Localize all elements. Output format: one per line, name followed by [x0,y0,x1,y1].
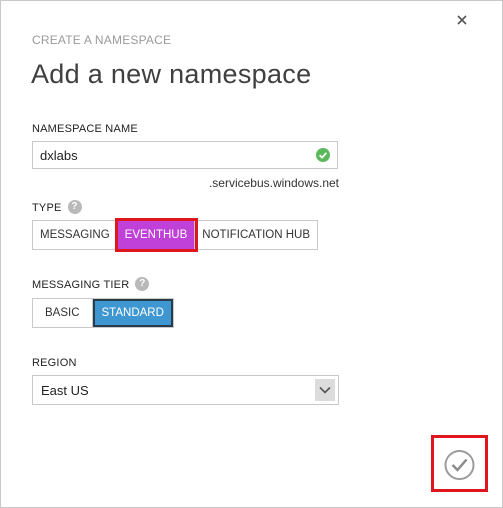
chevron-down-icon [319,386,331,394]
region-selected-value: East US [41,383,89,398]
namespace-name-label: NAMESPACE NAME [32,123,138,135]
checkmark-icon [444,450,475,480]
tier-option-basic[interactable]: BASIC [33,299,93,327]
tier-label: MESSAGING TIER [32,278,130,291]
tier-option-standard[interactable]: STANDARD [92,299,173,327]
type-label: TYPE [32,201,62,214]
dropdown-arrow[interactable] [315,379,335,401]
region-label: REGION [32,357,77,369]
breadcrumb: CREATE A NAMESPACE [32,33,172,47]
type-segmented-control: MESSAGING EVENTHUB NOTIFICATION HUB [32,218,319,252]
type-option-messaging[interactable]: MESSAGING [33,221,118,249]
type-option-notification-hub[interactable]: NOTIFICATION HUB [195,221,318,249]
tier-segmented-control: BASIC STANDARD [32,298,174,328]
region-select[interactable]: East US [32,375,339,405]
help-icon[interactable]: ? [135,277,150,291]
namespace-name-input[interactable] [33,142,310,168]
namespace-name-field-wrapper [32,141,338,169]
close-button[interactable] [455,13,469,27]
create-namespace-dialog: CREATE A NAMESPACE Add a new namespace N… [0,0,503,508]
check-circle-icon [316,148,330,162]
confirm-button[interactable] [431,435,488,492]
namespace-suffix: .servicebus.windows.net [208,176,339,190]
type-label-row: TYPE? [32,200,82,215]
tier-label-row: MESSAGING TIER? [32,277,150,292]
help-icon[interactable]: ? [67,200,82,214]
type-option-eventhub[interactable]: EVENTHUB [114,218,199,252]
page-title: Add a new namespace [31,59,312,89]
close-icon [457,15,467,25]
